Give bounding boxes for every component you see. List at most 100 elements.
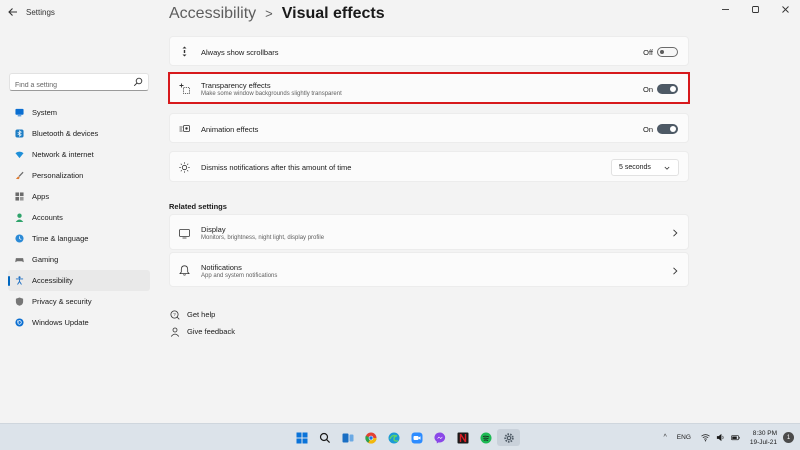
- sidebar-item-label: Time & language: [32, 234, 89, 243]
- tray-overflow-button[interactable]: ^: [664, 434, 667, 441]
- clock-date: 19-Jul-21: [749, 438, 777, 446]
- sidebar-item-label: System: [32, 108, 58, 117]
- taskbar: ^ ENG 8:30 PM 19-Jul-21 1: [0, 423, 800, 450]
- messenger-button[interactable]: [428, 429, 451, 446]
- breadcrumb-separator: >: [265, 6, 273, 21]
- sidebar-item-gaming[interactable]: Gaming: [8, 249, 150, 270]
- get-help-link[interactable]: ? Get help: [170, 306, 235, 323]
- breadcrumb: Accessibility > Visual effects: [169, 5, 385, 23]
- sidebar-item-apps[interactable]: Apps: [8, 186, 150, 207]
- shield-icon: [15, 297, 24, 306]
- chrome-icon: [364, 432, 377, 444]
- sidebar-item-label: Bluetooth & devices: [32, 129, 99, 138]
- system-tray: ^ ENG 8:30 PM 19-Jul-21 1: [664, 424, 794, 450]
- person-icon: [15, 213, 24, 222]
- setting-title: Notifications: [201, 263, 242, 272]
- animation-toggle[interactable]: [657, 124, 678, 134]
- help-link-label: Give feedback: [187, 327, 235, 336]
- sun-icon: [179, 162, 190, 173]
- breadcrumb-parent[interactable]: Accessibility: [169, 5, 256, 23]
- wifi-icon[interactable]: [701, 433, 710, 442]
- brush-icon: [15, 171, 24, 180]
- task-view-icon: [342, 433, 353, 442]
- help-links: ? Get help Give feedback: [170, 306, 235, 340]
- page-title: Visual effects: [281, 5, 385, 22]
- dropdown-value: 5 seconds: [619, 164, 651, 171]
- display-icon: [179, 229, 190, 239]
- spotify-icon: [480, 432, 491, 443]
- help-link-label: Get help: [187, 310, 216, 319]
- search-icon[interactable]: [133, 77, 143, 87]
- sidebar-item-label: Privacy & security: [32, 297, 92, 306]
- battery-icon[interactable]: [731, 433, 740, 442]
- task-view-button[interactable]: [336, 429, 359, 446]
- gamepad-icon: [15, 258, 24, 263]
- window-controls: [710, 0, 800, 18]
- volume-icon[interactable]: [716, 433, 725, 442]
- toggle-state-label: On: [642, 125, 653, 134]
- setting-scrollbars: Always show scrollbars Off: [169, 36, 689, 66]
- back-arrow-icon[interactable]: [6, 6, 20, 20]
- bluetooth-icon: [15, 129, 24, 138]
- edge-button[interactable]: [382, 429, 405, 446]
- settings-gear-icon: [503, 432, 514, 443]
- sidebar-item-label: Personalization: [32, 171, 84, 180]
- chevron-down-icon: [664, 166, 670, 170]
- accessibility-icon: [15, 276, 24, 285]
- maximize-button[interactable]: [740, 0, 770, 18]
- sidebar-item-windows-update[interactable]: Windows Update: [8, 312, 150, 333]
- language-indicator[interactable]: ENG: [677, 434, 691, 441]
- update-icon: [15, 318, 24, 327]
- scrollbars-toggle[interactable]: [657, 47, 678, 57]
- sidebar-item-label: Apps: [32, 192, 50, 201]
- chrome-button[interactable]: [359, 429, 382, 446]
- setting-notification-timeout: Dismiss notifications after this amount …: [169, 151, 689, 182]
- zoom-button[interactable]: [405, 429, 428, 446]
- start-button[interactable]: [290, 429, 313, 446]
- monitor-icon: [15, 108, 24, 117]
- wifi-icon: [15, 151, 24, 159]
- sidebar-item-bluetooth[interactable]: Bluetooth & devices: [8, 123, 150, 144]
- setting-title: Always show scrollbars: [201, 48, 279, 57]
- notification-timeout-dropdown[interactable]: 5 seconds: [611, 159, 679, 176]
- sidebar-item-label: Accounts: [32, 213, 63, 222]
- settings-search[interactable]: [9, 73, 149, 94]
- sidebar-item-accounts[interactable]: Accounts: [8, 207, 150, 228]
- notification-center-badge[interactable]: 1: [783, 432, 794, 443]
- give-feedback-link[interactable]: Give feedback: [170, 323, 235, 340]
- globe-clock-icon: [15, 234, 24, 243]
- setting-title: Display: [201, 225, 226, 234]
- help-icon: ?: [170, 310, 180, 320]
- sidebar-item-time-language[interactable]: Time & language: [8, 228, 150, 249]
- messenger-icon: [433, 431, 445, 443]
- sidebar-item-accessibility[interactable]: Accessibility: [8, 270, 150, 291]
- sidebar-item-label: Windows Update: [32, 318, 89, 327]
- edge-icon: [388, 432, 399, 443]
- app-title: Settings: [26, 8, 55, 17]
- minimize-button[interactable]: [710, 0, 740, 18]
- sidebar-item-network[interactable]: Network & internet: [8, 144, 150, 165]
- title-bar: Settings: [0, 0, 800, 26]
- svg-text:?: ?: [173, 312, 176, 317]
- taskbar-search-button[interactable]: [313, 429, 336, 446]
- scrollbar-icon: [182, 46, 187, 57]
- search-input[interactable]: [10, 77, 128, 94]
- sidebar-item-privacy[interactable]: Privacy & security: [8, 291, 150, 312]
- sidebar-item-personalization[interactable]: Personalization: [8, 165, 150, 186]
- setting-animation: Animation effects On: [169, 113, 689, 143]
- sidebar-item-system[interactable]: System: [8, 102, 150, 123]
- netflix-button[interactable]: [451, 429, 474, 446]
- settings-button[interactable]: [497, 429, 520, 446]
- zoom-icon: [411, 432, 422, 443]
- sidebar-item-label: Gaming: [32, 255, 59, 264]
- spotify-button[interactable]: [474, 429, 497, 446]
- close-button[interactable]: [770, 0, 800, 18]
- setting-description: App and system notifications: [201, 273, 278, 279]
- clock[interactable]: 8:30 PM 19-Jul-21: [750, 429, 777, 447]
- related-display[interactable]: Display Monitors, brightness, night ligh…: [169, 214, 689, 250]
- taskbar-apps: [290, 429, 520, 446]
- search-icon: [319, 432, 330, 443]
- related-notifications[interactable]: Notifications App and system notificatio…: [169, 252, 689, 287]
- chevron-right-icon: [673, 229, 678, 237]
- netflix-icon: [457, 432, 468, 443]
